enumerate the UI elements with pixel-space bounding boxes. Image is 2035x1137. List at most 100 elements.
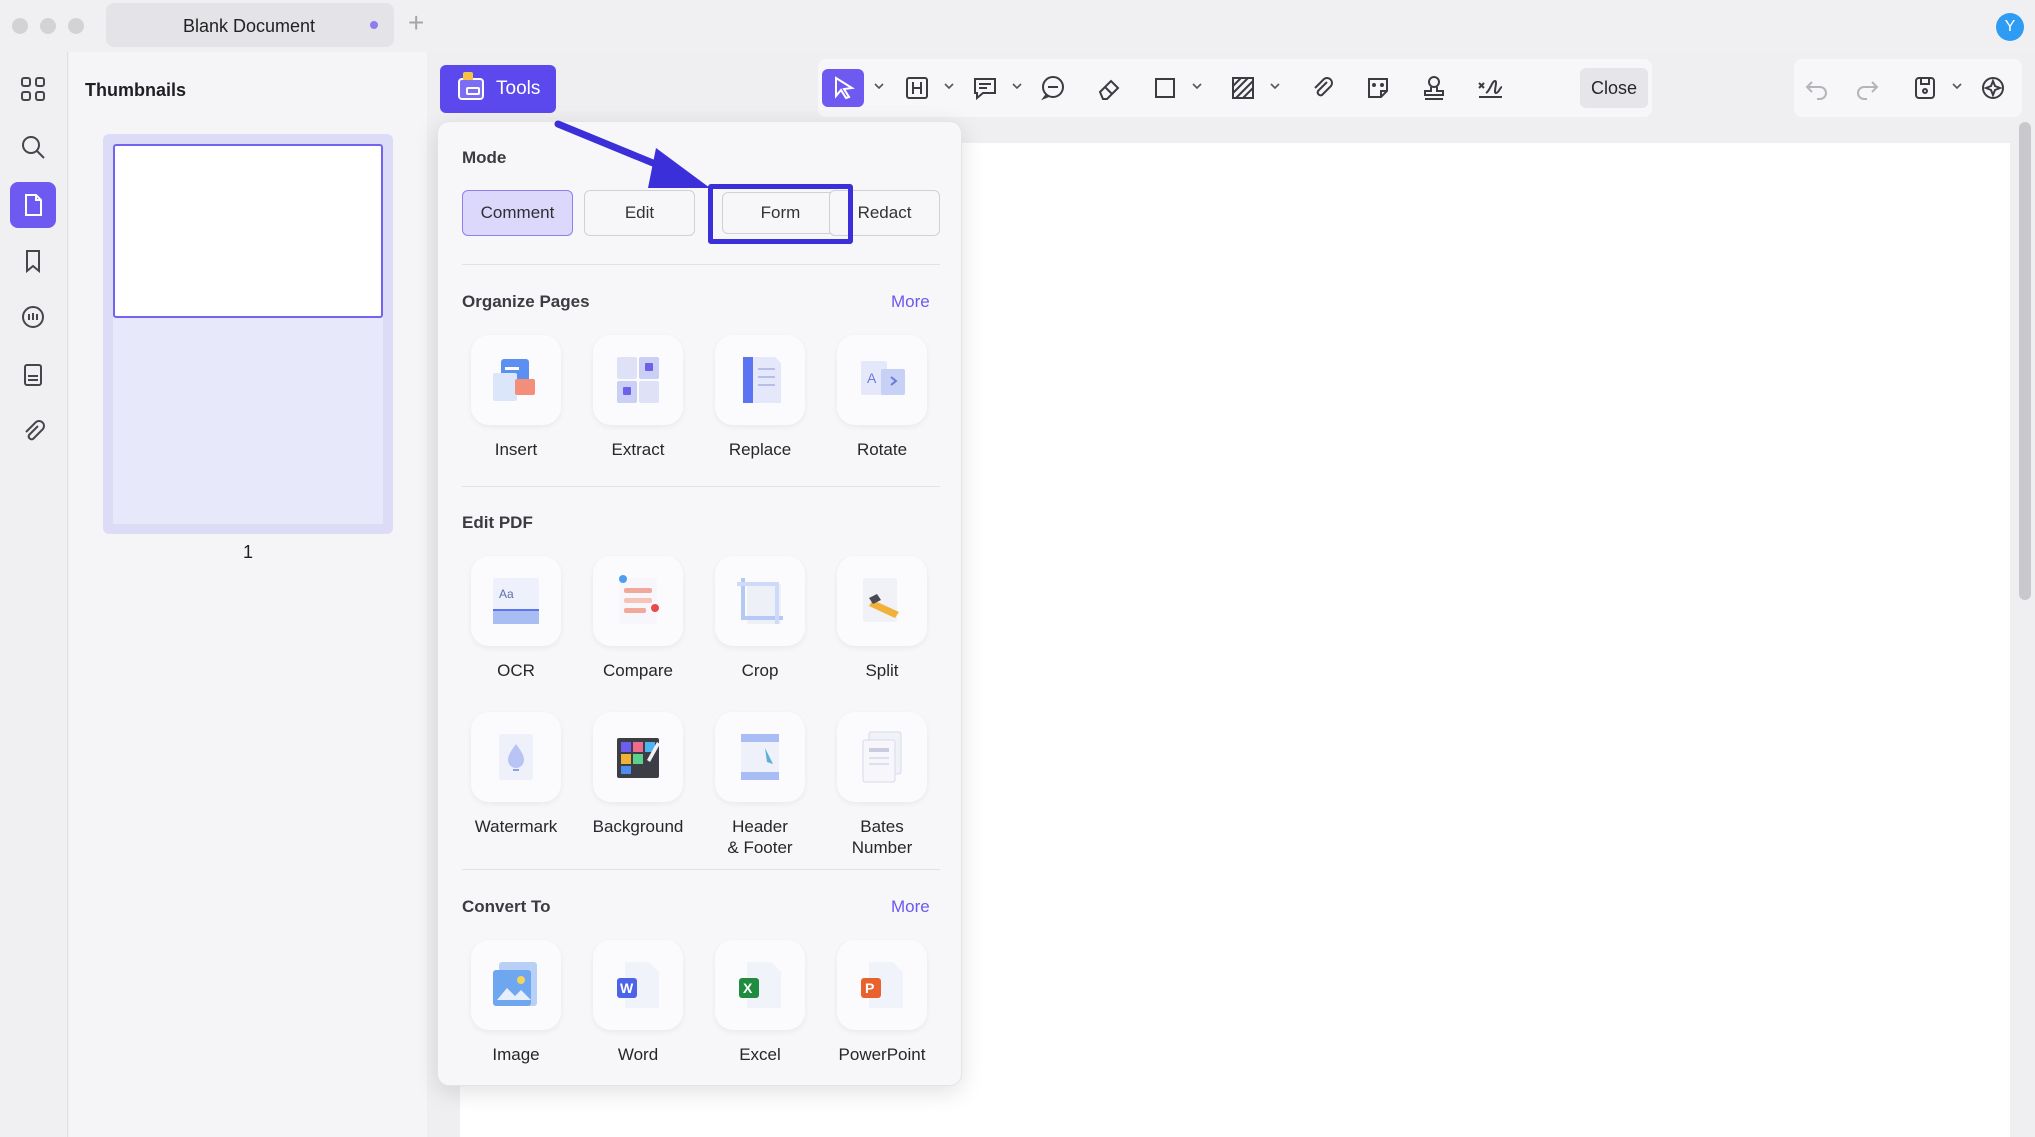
- ai-assistant-icon[interactable]: [1972, 69, 2014, 107]
- bates-number-icon: [837, 712, 927, 802]
- convert-excel-label: Excel: [739, 1045, 781, 1064]
- replace-icon: [715, 335, 805, 425]
- mode-title: Mode: [462, 148, 507, 167]
- header-footer-line1: Header: [732, 817, 788, 836]
- tools-label: Tools: [496, 78, 541, 99]
- compare-label: Compare: [603, 661, 673, 680]
- svg-text:A: A: [867, 370, 877, 386]
- header-footer-tool[interactable]: Header & Footer: [705, 712, 815, 858]
- redo-icon[interactable]: [1846, 69, 1888, 107]
- split-icon: [837, 556, 927, 646]
- convert-image-tool[interactable]: Image: [461, 940, 571, 1065]
- compare-icon: [593, 556, 683, 646]
- background-label: Background: [592, 817, 684, 836]
- chevron-down-icon[interactable]: [942, 79, 956, 93]
- document-tab[interactable]: Blank Document: [106, 3, 394, 47]
- convert-word-label: Word: [617, 1045, 659, 1064]
- close-button[interactable]: Close: [1580, 68, 1648, 108]
- new-tab-button[interactable]: +: [408, 8, 424, 38]
- signature-tool-icon[interactable]: [1469, 69, 1511, 107]
- convert-powerpoint-label: PowerPoint: [838, 1045, 926, 1064]
- zoom-window-icon[interactable]: [68, 18, 84, 34]
- compare-tool[interactable]: Compare: [583, 556, 693, 681]
- undo-icon[interactable]: [1796, 69, 1838, 107]
- convert-more-link[interactable]: More: [891, 897, 930, 917]
- tools-button[interactable]: Tools: [440, 65, 556, 113]
- history-toolbar: [1794, 59, 2022, 117]
- divider: [462, 869, 940, 870]
- chevron-down-icon[interactable]: [1010, 79, 1024, 93]
- crop-tool[interactable]: Crop: [705, 556, 815, 681]
- bates-line1: Bates: [860, 817, 904, 836]
- organize-more-link[interactable]: More: [891, 292, 930, 312]
- bookmark-icon[interactable]: [10, 238, 56, 284]
- rotate-label: Rotate: [856, 440, 908, 459]
- attachment-tool-icon[interactable]: [1301, 69, 1343, 107]
- comment-list-icon[interactable]: [10, 295, 56, 341]
- replace-tool[interactable]: Replace: [705, 335, 815, 460]
- convert-powerpoint-tool[interactable]: P PowerPoint: [827, 940, 937, 1065]
- form-highlight-box: [708, 184, 853, 244]
- ocr-tool[interactable]: Aa OCR: [461, 556, 571, 681]
- area-hatch-tool-icon[interactable]: [1222, 69, 1264, 107]
- insert-label: Insert: [494, 440, 538, 459]
- attachment-icon[interactable]: [10, 409, 56, 455]
- rectangle-tool-icon[interactable]: [1144, 69, 1186, 107]
- chevron-down-icon[interactable]: [1268, 79, 1282, 93]
- svg-text:Aa: Aa: [499, 587, 514, 601]
- crop-label: Crop: [741, 661, 779, 680]
- svg-text:P: P: [865, 980, 874, 996]
- close-window-icon[interactable]: [12, 18, 28, 34]
- image-file-icon: [471, 940, 561, 1030]
- save-icon[interactable]: [1904, 69, 1946, 107]
- extract-label: Extract: [611, 440, 665, 459]
- rotate-tool[interactable]: A Rotate: [827, 335, 937, 460]
- grid-icon[interactable]: [10, 66, 56, 112]
- insert-tool[interactable]: Insert: [461, 335, 571, 460]
- rotate-icon: A: [837, 335, 927, 425]
- select-tool-icon[interactable]: [822, 69, 864, 107]
- bates-line2: Number: [851, 838, 913, 857]
- pages-icon[interactable]: [10, 182, 56, 228]
- ocr-icon: Aa: [471, 556, 561, 646]
- convert-excel-tool[interactable]: X Excel: [705, 940, 815, 1065]
- search-icon[interactable]: [10, 124, 56, 170]
- thumbnails-title: Thumbnails: [85, 80, 187, 100]
- sticker-tool-icon[interactable]: [1357, 69, 1399, 107]
- eraser-tool-icon[interactable]: [1088, 69, 1130, 107]
- chevron-down-icon[interactable]: [872, 79, 886, 93]
- vertical-scrollbar[interactable]: [2019, 122, 2031, 600]
- chevron-down-icon[interactable]: [1190, 79, 1204, 93]
- extract-icon: [593, 335, 683, 425]
- powerpoint-file-icon: P: [837, 940, 927, 1030]
- word-file-icon: W: [593, 940, 683, 1030]
- split-tool[interactable]: Split: [827, 556, 937, 681]
- user-avatar[interactable]: Y: [1996, 13, 2024, 41]
- chevron-down-icon[interactable]: [1950, 79, 1964, 93]
- ocr-label: OCR: [497, 661, 535, 680]
- unsaved-dot-icon: [370, 21, 378, 29]
- highlight-tool-icon[interactable]: [896, 69, 938, 107]
- convert-image-label: Image: [492, 1045, 540, 1064]
- background-tool[interactable]: Background: [583, 712, 693, 837]
- svg-text:W: W: [620, 980, 634, 996]
- comment-tool-icon[interactable]: [964, 69, 1006, 107]
- form-fields-icon[interactable]: [10, 352, 56, 398]
- minimize-window-icon[interactable]: [40, 18, 56, 34]
- stamp-tool-icon[interactable]: [1413, 69, 1455, 107]
- page-number: 1: [242, 542, 253, 562]
- extract-tool[interactable]: Extract: [583, 335, 693, 460]
- watermark-tool[interactable]: Watermark: [461, 712, 571, 837]
- convert-word-tool[interactable]: W Word: [583, 940, 693, 1065]
- convert-to-title: Convert To: [462, 897, 551, 916]
- organize-pages-title: Organize Pages: [462, 292, 590, 311]
- page-thumbnail-viewport: [113, 144, 383, 318]
- divider: [462, 486, 940, 487]
- document-tab-title: Blank Document: [182, 16, 316, 36]
- note-tool-icon[interactable]: [1032, 69, 1074, 107]
- bates-number-tool[interactable]: Bates Number: [827, 712, 937, 858]
- edit-pdf-title: Edit PDF: [462, 513, 533, 532]
- watermark-icon: [471, 712, 561, 802]
- divider: [462, 264, 940, 265]
- insert-icon: [471, 335, 561, 425]
